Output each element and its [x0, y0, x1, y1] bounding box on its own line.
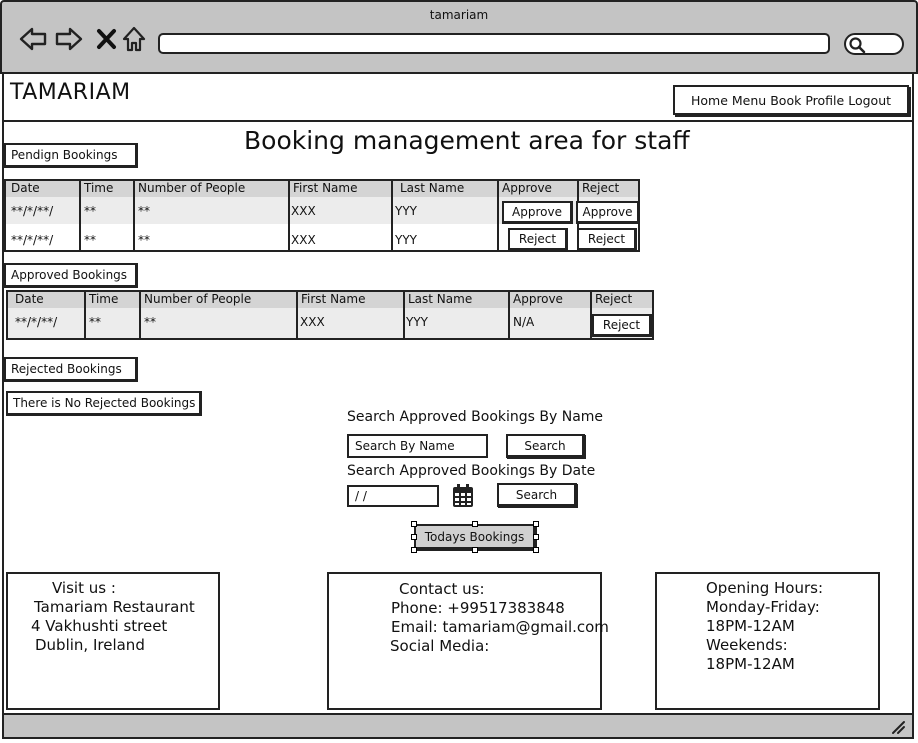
cell-date: **/*/**/: [15, 315, 58, 329]
footer-hours-line: Weekends:: [706, 636, 788, 654]
footer-opening-hours: Opening Hours: Monday-Friday: 18PM-12AM …: [655, 572, 880, 710]
cell-date: **/*/**/: [11, 204, 54, 218]
cell-last-name: YYY: [406, 315, 428, 329]
search-by-name-heading: Search Approved Bookings By Name: [347, 409, 604, 425]
column-header-last-name: Last Name: [400, 181, 465, 195]
window-title: tamariam: [429, 8, 489, 22]
column-header-reject: Reject: [595, 292, 633, 306]
footer-hours-heading: Opening Hours:: [706, 579, 824, 597]
footer-hours-line: 18PM-12AM: [706, 617, 795, 635]
back-arrow-icon[interactable]: [18, 24, 48, 54]
column-header-people: Number of People: [138, 181, 246, 195]
cell-people: **: [144, 315, 156, 329]
reject-button[interactable]: Reject: [577, 228, 637, 251]
column-header-date: Date: [11, 181, 40, 195]
column-header-reject: Reject: [582, 181, 620, 195]
page-title: Booking management area for staff: [244, 126, 690, 155]
cell-first-name: XXX: [291, 204, 316, 218]
main-nav: Home Menu Book Profile Logout: [673, 85, 909, 115]
footer-visit-heading: Visit us :: [52, 579, 116, 597]
footer-contact-heading: Contact us:: [399, 580, 485, 598]
column-header-approve: Approve: [513, 292, 563, 306]
footer-contact: Contact us: Phone: +99517383848 Email: t…: [327, 572, 609, 710]
pending-bookings-label: Pendign Bookings: [4, 143, 138, 168]
home-icon[interactable]: [120, 24, 150, 54]
address-bar[interactable]: [158, 33, 830, 54]
status-bar: [2, 713, 914, 739]
table-row: [8, 308, 652, 338]
search-by-name-button[interactable]: Search: [506, 434, 585, 458]
calendar-icon[interactable]: [452, 484, 474, 508]
resize-grip-icon[interactable]: [890, 719, 906, 735]
nav-profile[interactable]: Profile: [805, 93, 844, 108]
cell-first-name: XXX: [291, 233, 316, 247]
forward-arrow-icon[interactable]: [54, 24, 84, 54]
cell-time: **: [89, 315, 101, 329]
column-header-time: Time: [89, 292, 119, 306]
search-by-date-button[interactable]: Search: [497, 483, 577, 507]
column-header-time: Time: [84, 181, 114, 195]
approved-bookings-table: Date Time Number of People First Name La…: [6, 290, 654, 340]
column-header-first-name: First Name: [301, 292, 366, 306]
column-header-approve: Approve: [502, 181, 552, 195]
search-by-date-heading: Search Approved Bookings By Date: [347, 463, 596, 479]
browser-search-box[interactable]: [844, 33, 904, 55]
footer-visit-line: Tamariam Restaurant: [34, 598, 195, 616]
footer-visit-us: Visit us : Tamariam Restaurant 4 Vakhush…: [6, 572, 220, 710]
date-input[interactable]: / /: [347, 485, 439, 507]
column-header-date: Date: [15, 292, 44, 306]
nav-menu[interactable]: Menu: [732, 93, 766, 108]
approve-button[interactable]: Approve: [502, 201, 573, 224]
search-icon: [849, 37, 866, 54]
footer-email[interactable]: Email: tamariam@gmail.com: [391, 618, 609, 637]
nav-book[interactable]: Book: [770, 93, 801, 108]
search-name-input[interactable]: Search By Name: [347, 434, 488, 458]
pending-bookings-table: Date Time Number of People First Name La…: [4, 179, 640, 252]
cell-approve-status: N/A: [513, 315, 535, 329]
cell-people: **: [138, 204, 150, 218]
reject-button[interactable]: Reject: [508, 228, 568, 251]
approved-bookings-label: Approved Bookings: [4, 263, 138, 288]
cell-date: **/*/**/: [11, 233, 54, 247]
nav-logout[interactable]: Logout: [848, 93, 891, 108]
cell-last-name: YYY: [395, 204, 417, 218]
nav-home[interactable]: Home: [691, 93, 728, 108]
cell-last-name: YYY: [395, 233, 417, 247]
footer-hours-line: 18PM-12AM: [706, 655, 795, 673]
footer-hours-line: Monday-Friday:: [706, 598, 820, 616]
column-header-last-name: Last Name: [408, 292, 473, 306]
cell-time: **: [84, 233, 96, 247]
browser-chrome: tamariam: [0, 0, 918, 74]
column-header-first-name: First Name: [293, 181, 358, 195]
cell-time: **: [84, 204, 96, 218]
approve-button[interactable]: Approve: [576, 201, 640, 224]
close-icon[interactable]: [92, 24, 122, 54]
reject-button[interactable]: Reject: [592, 314, 652, 337]
rejected-bookings-label: Rejected Bookings: [4, 357, 138, 382]
column-header-people: Number of People: [144, 292, 252, 306]
no-rejected-message: There is No Rejected Bookings: [6, 391, 202, 416]
cell-people: **: [138, 233, 150, 247]
footer-social-media: Social Media:: [390, 637, 490, 655]
cell-first-name: XXX: [300, 315, 325, 329]
site-logo[interactable]: TAMARIAM: [10, 80, 131, 105]
footer-phone[interactable]: Phone: +99517383848: [391, 599, 565, 618]
footer-visit-line: Dublin, Ireland: [35, 636, 145, 654]
footer-visit-line: 4 Vakhushti street: [31, 617, 168, 635]
